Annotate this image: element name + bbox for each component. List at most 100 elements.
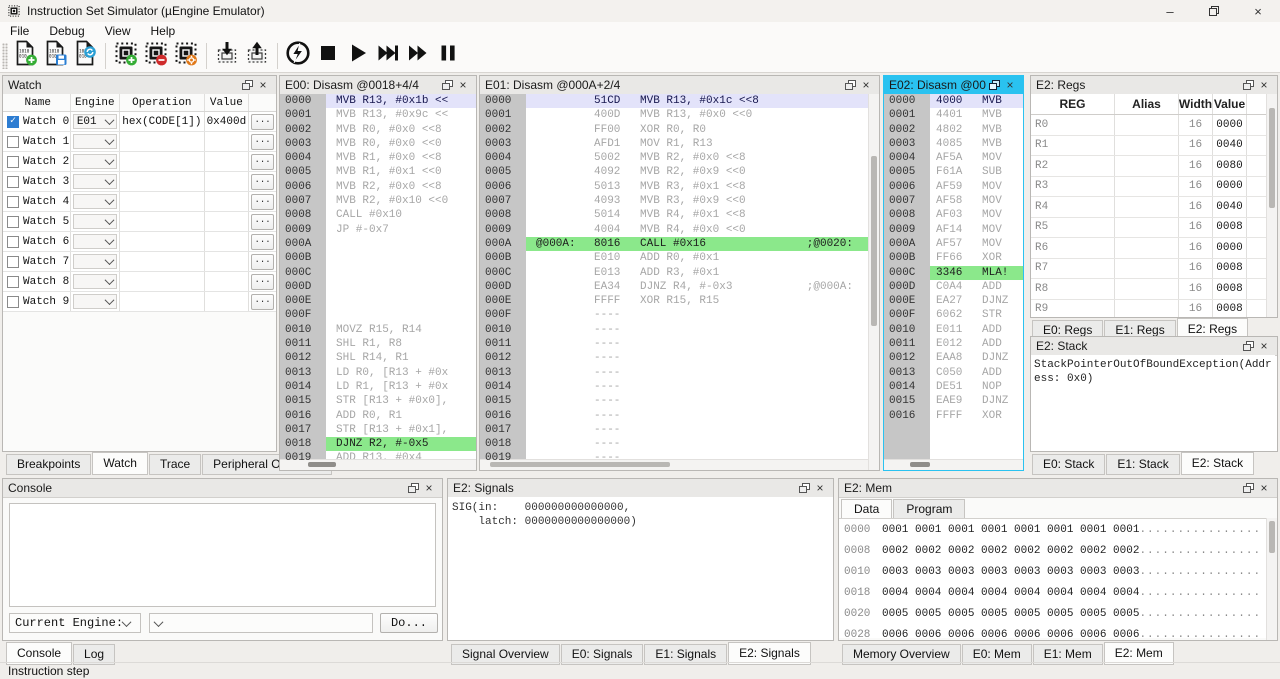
more-button[interactable]: ...	[251, 214, 274, 230]
console-output[interactable]	[9, 503, 436, 607]
menu-item-help[interactable]: Help	[141, 22, 186, 39]
disasm-line[interactable]: 0016ADD R0, R1	[280, 409, 476, 423]
disasm-line[interactable]: 000DEA34DJNZ R4, #-0x3;@000A:	[480, 280, 869, 294]
float-icon[interactable]	[239, 78, 255, 92]
disasm-line[interactable]: 0011SHL R1, R8	[280, 337, 476, 351]
dock-tab[interactable]: Breakpoints	[6, 454, 91, 475]
close-icon[interactable]: ×	[1256, 481, 1272, 495]
power-step-button[interactable]	[283, 41, 313, 71]
watch-checkbox[interactable]	[7, 256, 19, 268]
watch-checkbox[interactable]	[7, 276, 19, 288]
disasm-line[interactable]: 0001MVB R13, #0x9c <<	[280, 108, 476, 122]
command-select[interactable]	[149, 613, 373, 633]
disasm-line[interactable]: 000EFFFFXOR R15, R15	[480, 294, 869, 308]
close-button[interactable]: ×	[1236, 0, 1280, 22]
reg-row[interactable]: R9160008	[1031, 300, 1267, 318]
scrollbar-thumb[interactable]	[871, 156, 877, 326]
engine-combo[interactable]	[73, 134, 117, 149]
restore-button[interactable]	[1192, 0, 1236, 22]
close-icon[interactable]: ×	[455, 78, 471, 92]
watch-checkbox[interactable]	[7, 176, 19, 188]
disasm-line[interactable]: 0005MVB R1, #0x1 <<0	[280, 165, 476, 179]
stack-tab[interactable]: E2: Stack	[1181, 452, 1254, 475]
reg-row[interactable]: R7160008	[1031, 259, 1267, 280]
disasm-line[interactable]: 000F----	[480, 308, 869, 322]
float-icon[interactable]	[1240, 481, 1256, 495]
flash-upload-button[interactable]	[242, 41, 272, 71]
disasm-line[interactable]: 0015----	[480, 394, 869, 408]
mem-row[interactable]: 00200005 0005 0005 0005 0005 0005 0005 0…	[839, 603, 1267, 624]
mem-row[interactable]: 00100003 0003 0003 0003 0003 0003 0003 0…	[839, 561, 1267, 582]
watch-row[interactable]: Watch 9...	[3, 292, 276, 312]
stop-button[interactable]	[313, 41, 343, 71]
reg-row[interactable]: R4160040	[1031, 197, 1267, 218]
disasm-line[interactable]: 0004MVB R1, #0x0 <<8	[280, 151, 476, 165]
engine-combo[interactable]	[73, 174, 117, 189]
minimize-button[interactable]: –	[1148, 0, 1192, 22]
disasm-line[interactable]: 0016----	[480, 409, 869, 423]
disasm-line[interactable]: 000B	[280, 251, 476, 265]
float-icon[interactable]	[1240, 78, 1256, 92]
disasm-line[interactable]: 0014DE51NOP	[884, 380, 1023, 394]
engine-combo[interactable]	[73, 234, 117, 249]
disasm-line[interactable]: 0012----	[480, 351, 869, 365]
disasm-line[interactable]: 0015EAE9DJNZ	[884, 394, 1023, 408]
disasm-line[interactable]: 0016FFFFXOR	[884, 409, 1023, 423]
configure-engine-button[interactable]	[171, 41, 201, 71]
float-icon[interactable]	[986, 78, 1002, 92]
disasm-line[interactable]: 00074093MVB R3, #0x9 <<0	[480, 194, 869, 208]
new-program-button[interactable]: 1010010	[10, 41, 40, 71]
disasm-line[interactable]: 000E	[280, 294, 476, 308]
remove-engine-button[interactable]	[141, 41, 171, 71]
do-button[interactable]: Do...	[380, 613, 438, 633]
disasm-line[interactable]: 0008AF03MOV	[884, 208, 1023, 222]
engine-select[interactable]: Current Engine:	[9, 613, 141, 633]
flash-download-button[interactable]	[212, 41, 242, 71]
scrollbar-thumb[interactable]	[910, 462, 930, 467]
menu-item-debug[interactable]: Debug	[39, 22, 94, 39]
float-icon[interactable]	[842, 78, 858, 92]
disasm-line[interactable]: 0009AF14MOV	[884, 223, 1023, 237]
watch-row[interactable]: Watch 2...	[3, 152, 276, 172]
mem-row[interactable]: 00280006 0006 0006 0006 0006 0006 0006 0…	[839, 624, 1267, 638]
disasm-line[interactable]: 0003MVB R0, #0x0 <<0	[280, 137, 476, 151]
disasm-line[interactable]: 0012EAA8DJNZ	[884, 351, 1023, 365]
close-icon[interactable]: ×	[421, 481, 437, 495]
disasm-line[interactable]: 000C3346MLA!	[884, 266, 1023, 280]
watch-row[interactable]: ✓Watch 0E01hex(CODE[1])0x400d...	[3, 112, 276, 132]
disasm-line[interactable]: 00014401MVB	[884, 108, 1023, 122]
pause-button[interactable]	[433, 41, 463, 71]
mem-row[interactable]: 00180004 0004 0004 0004 0004 0004 0004 0…	[839, 582, 1267, 603]
disasm-line[interactable]: 000F	[280, 308, 476, 322]
disasm-line[interactable]: 0012SHL R14, R1	[280, 351, 476, 365]
watch-checkbox[interactable]	[7, 236, 19, 248]
close-icon[interactable]: ×	[1002, 78, 1018, 92]
disasm-line[interactable]: 0017STR [R13 + #0x1],	[280, 423, 476, 437]
watch-row[interactable]: Watch 1...	[3, 132, 276, 152]
more-button[interactable]: ...	[251, 154, 274, 170]
engine-combo[interactable]	[73, 294, 117, 309]
disasm-line[interactable]: 0010----	[480, 323, 869, 337]
toolbar-drag-handle[interactable]	[2, 43, 8, 69]
disasm-line[interactable]: 0013----	[480, 366, 869, 380]
more-button[interactable]: ...	[251, 174, 274, 190]
disasm-line[interactable]: 0005F61ASUB	[884, 165, 1023, 179]
disasm-line[interactable]: 0018DJNZ R2, #-0x5	[280, 437, 476, 451]
step-over-button[interactable]	[373, 41, 403, 71]
engine-combo[interactable]: E01	[73, 114, 117, 129]
reg-row[interactable]: R3160000	[1031, 177, 1267, 198]
disasm-line[interactable]: 0015STR [R13 + #0x0],	[280, 394, 476, 408]
close-icon[interactable]: ×	[858, 78, 874, 92]
reg-row[interactable]: R2160080	[1031, 156, 1267, 177]
disasm-line[interactable]: 0013LD R0, [R13 + #0x	[280, 366, 476, 380]
more-button[interactable]: ...	[251, 194, 274, 210]
watch-checkbox[interactable]	[7, 296, 19, 308]
engine-combo[interactable]	[73, 194, 117, 209]
disasm-line[interactable]: 000C	[280, 266, 476, 280]
disasm-line[interactable]: 0007AF58MOV	[884, 194, 1023, 208]
disasm-line[interactable]: 0002MVB R0, #0x0 <<8	[280, 123, 476, 137]
disasm-line[interactable]: 0009JP #-0x7	[280, 223, 476, 237]
close-icon[interactable]: ×	[255, 78, 271, 92]
scrollbar-thumb[interactable]	[1269, 108, 1275, 208]
disasm-line[interactable]: 0006AF59MOV	[884, 180, 1023, 194]
